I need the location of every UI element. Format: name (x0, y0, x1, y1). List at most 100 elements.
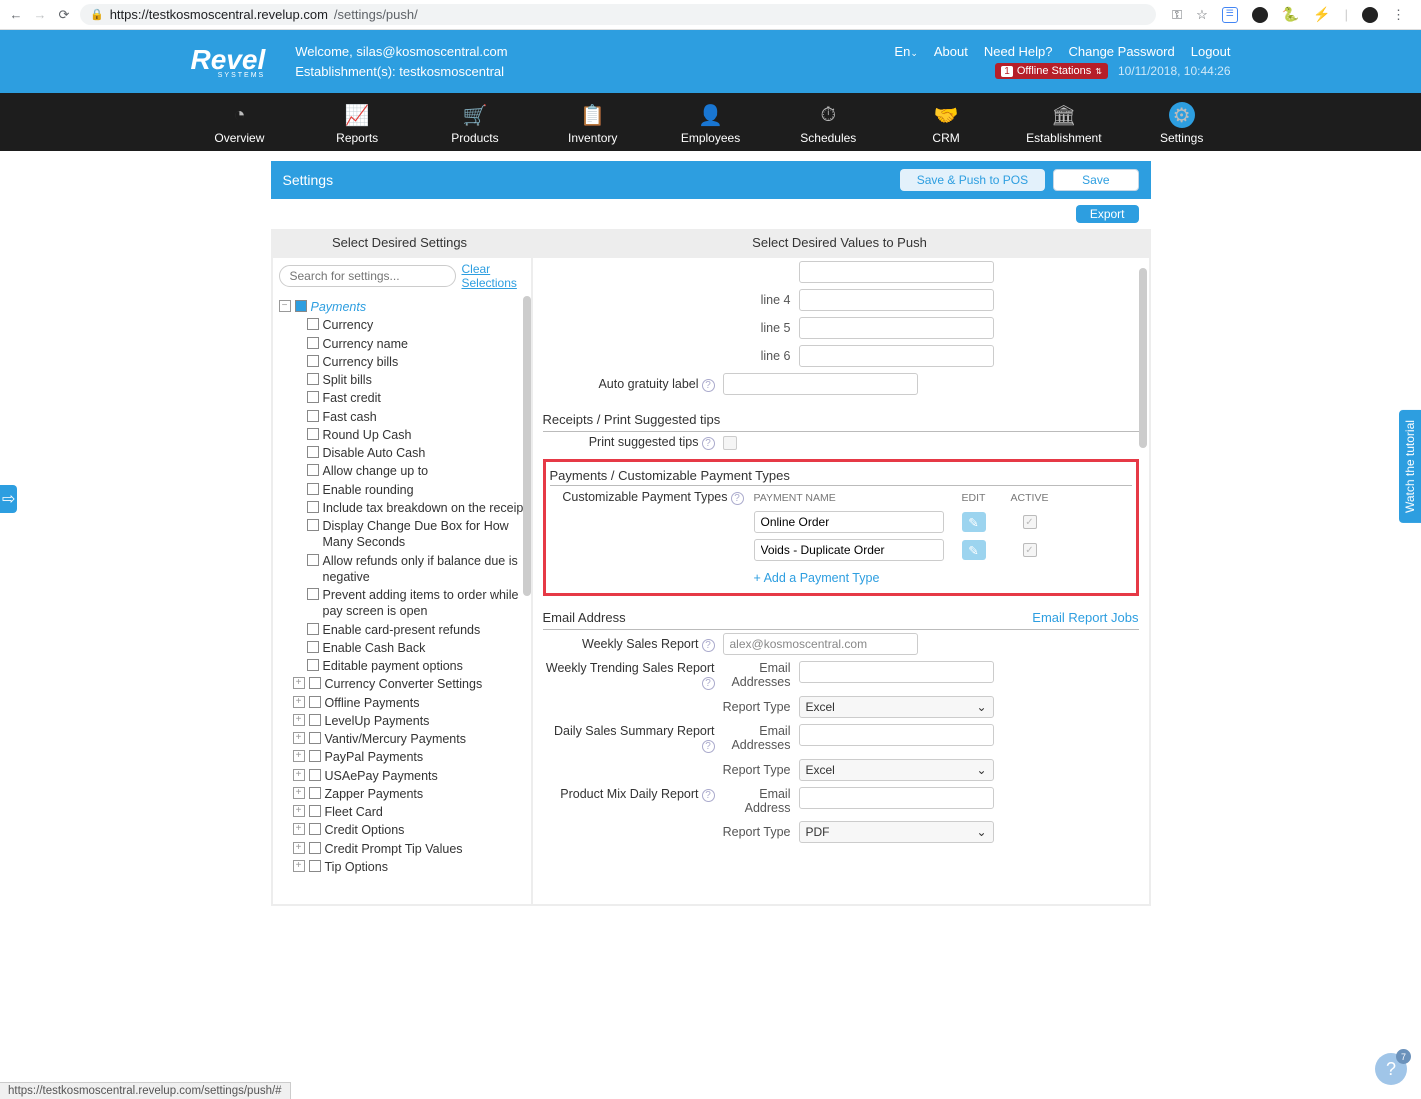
select-daily-sales-type[interactable]: Excel⌄ (799, 759, 994, 781)
avatar-icon[interactable] (1362, 7, 1378, 23)
export-button[interactable]: Export (1076, 205, 1139, 223)
menu-icon[interactable]: ⋮ (1392, 7, 1405, 23)
payment-name-input-1[interactable] (754, 511, 944, 533)
nav-settings[interactable]: ⚙Settings (1123, 93, 1241, 151)
nav-inventory[interactable]: 📋Inventory (534, 93, 652, 151)
input-line6[interactable] (799, 345, 994, 367)
key-icon[interactable]: ⚿ (1172, 7, 1182, 23)
checkbox[interactable] (309, 787, 321, 799)
nav-products[interactable]: 🛒Products (416, 93, 534, 151)
tree-item[interactable]: Vantiv/Mercury Payments (325, 731, 466, 747)
input-weekly-sales[interactable] (723, 633, 918, 655)
tree-item[interactable]: Prevent adding items to order while pay … (323, 587, 531, 620)
logo[interactable]: Revel SYSTEMS (191, 44, 266, 79)
input-line5[interactable] (799, 317, 994, 339)
help-icon[interactable]: ? (731, 492, 744, 505)
checkbox[interactable] (309, 805, 321, 817)
checkbox[interactable] (307, 483, 319, 495)
need-help-link[interactable]: Need Help? (984, 44, 1053, 59)
email-report-jobs-link[interactable]: Email Report Jobs (1032, 610, 1138, 625)
clear-selections-link[interactable]: Clear Selections (462, 262, 525, 290)
nav-crm[interactable]: 🤝CRM (887, 93, 1005, 151)
checkbox[interactable] (307, 464, 319, 476)
checkbox[interactable] (309, 769, 321, 781)
nav-schedules[interactable]: ⏱Schedules (769, 93, 887, 151)
select-product-mix-type[interactable]: PDF⌄ (799, 821, 994, 843)
active-checkbox[interactable]: ✓ (1023, 543, 1037, 557)
nav-establishment[interactable]: 🏛Establishment (1005, 93, 1123, 151)
tree-item[interactable]: Currency bills (323, 354, 399, 370)
input-weekly-trending-email[interactable] (799, 661, 994, 683)
expand-icon[interactable]: + (293, 860, 305, 872)
tree-item[interactable]: Currency name (323, 336, 408, 352)
back-button[interactable]: ← (8, 7, 24, 23)
search-input[interactable] (279, 265, 456, 287)
help-icon[interactable]: ? (702, 379, 715, 392)
checkbox[interactable] (309, 696, 321, 708)
checkbox[interactable] (307, 428, 319, 440)
scrollbar[interactable] (1139, 268, 1147, 448)
tree-item[interactable]: Round Up Cash (323, 427, 412, 443)
checkbox-print-tips[interactable] (723, 436, 737, 450)
checkbox[interactable] (307, 373, 319, 385)
checkbox[interactable] (307, 588, 319, 600)
forward-button[interactable]: → (32, 7, 48, 23)
tree-item[interactable]: USAePay Payments (325, 768, 438, 784)
checkbox[interactable] (307, 623, 319, 635)
tree-item[interactable]: Currency (323, 317, 374, 333)
settings-tree[interactable]: − Payments CurrencyCurrency nameCurrency… (273, 294, 531, 874)
tree-item[interactable]: Display Change Due Box for How Many Seco… (323, 518, 531, 551)
tree-item[interactable]: LevelUp Payments (325, 713, 430, 729)
checkbox[interactable] (309, 823, 321, 835)
active-checkbox[interactable]: ✓ (1023, 515, 1037, 529)
ext-icon-2[interactable] (1252, 7, 1268, 23)
tree-item[interactable]: Disable Auto Cash (323, 445, 426, 461)
expand-icon[interactable]: + (293, 769, 305, 781)
scrollbar[interactable] (523, 296, 531, 596)
checkbox[interactable] (307, 355, 319, 367)
tree-item[interactable]: Credit Prompt Tip Values (325, 841, 463, 857)
tree-item[interactable]: Fast credit (323, 390, 381, 406)
checkbox[interactable] (307, 641, 319, 653)
tree-item[interactable]: Allow refunds only if balance due is neg… (323, 553, 531, 586)
tree-item[interactable]: Allow change up to (323, 463, 429, 479)
tree-item[interactable]: Tip Options (325, 859, 388, 874)
expand-icon[interactable]: + (293, 842, 305, 854)
checkbox[interactable] (309, 750, 321, 762)
tree-item[interactable]: Currency Converter Settings (325, 676, 483, 692)
side-expand-tab[interactable]: ⇨ (0, 485, 17, 513)
input-product-mix-email[interactable] (799, 787, 994, 809)
add-payment-link[interactable]: + Add a Payment Type (754, 567, 1056, 589)
logout-link[interactable]: Logout (1191, 44, 1231, 59)
tree-item[interactable]: Offline Payments (325, 695, 420, 711)
tree-item[interactable]: Enable Cash Back (323, 640, 426, 656)
address-bar[interactable]: 🔒 https://testkosmoscentral.revelup.com/… (80, 4, 1156, 25)
help-icon[interactable]: ? (702, 740, 715, 753)
expand-icon[interactable]: + (293, 750, 305, 762)
nav-employees[interactable]: 👤Employees (652, 93, 770, 151)
tree-item[interactable]: Split bills (323, 372, 372, 388)
payment-name-input-2[interactable] (754, 539, 944, 561)
expand-icon[interactable]: + (293, 677, 305, 689)
nav-overview[interactable]: ◔Overview (181, 93, 299, 151)
checkbox[interactable] (307, 519, 319, 531)
checkbox[interactable] (309, 677, 321, 689)
select-weekly-trending-type[interactable]: Excel⌄ (799, 696, 994, 718)
checkbox[interactable] (307, 554, 319, 566)
ext-icon-4[interactable]: ⚡ (1313, 6, 1330, 23)
expand-icon[interactable]: + (293, 787, 305, 799)
checkbox[interactable] (307, 337, 319, 349)
checkbox[interactable] (307, 391, 319, 403)
checkbox[interactable] (309, 860, 321, 872)
checkbox[interactable] (307, 659, 319, 671)
change-password-link[interactable]: Change Password (1069, 44, 1175, 59)
tree-item[interactable]: Include tax breakdown on the receipt (323, 500, 527, 516)
tree-item[interactable]: Enable card-present refunds (323, 622, 481, 638)
expand-icon[interactable]: + (293, 823, 305, 835)
tree-payments[interactable]: Payments (311, 299, 367, 315)
ext-icon-3[interactable]: 🐍 (1282, 6, 1299, 23)
help-icon[interactable]: ? (702, 639, 715, 652)
help-icon[interactable]: ? (702, 677, 715, 690)
tree-item[interactable]: Fast cash (323, 409, 377, 425)
lang-select[interactable]: En⌄ (894, 44, 917, 59)
